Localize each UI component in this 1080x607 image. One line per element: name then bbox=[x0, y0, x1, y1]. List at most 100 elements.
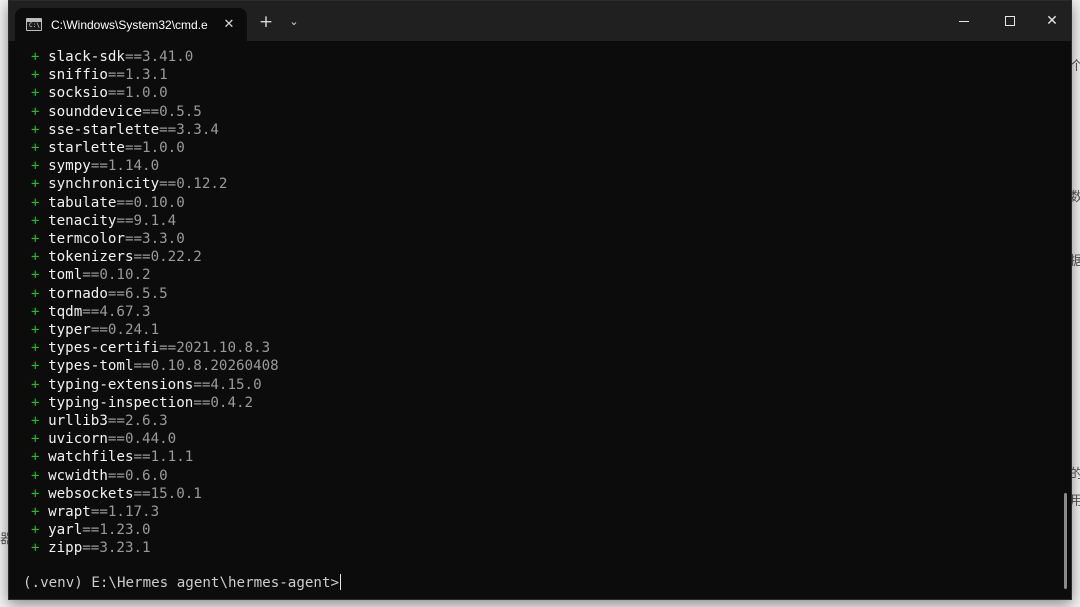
package-name: wcwidth bbox=[48, 467, 108, 484]
terminal-window[interactable]: C:\ C:\Windows\System32\cmd.e ✕ + ⌄ ✕ + … bbox=[8, 0, 1072, 600]
package-version: ==0.44.0 bbox=[107, 431, 177, 448]
minimize-button[interactable] bbox=[941, 1, 987, 41]
package-line: + sounddevice==0.5.5 bbox=[31, 103, 202, 121]
added-marker: + bbox=[31, 376, 40, 393]
package-line: + wcwidth==0.6.0 bbox=[31, 467, 168, 485]
package-name: types-toml bbox=[48, 358, 134, 375]
package-version: ==1.0.0 bbox=[124, 140, 185, 156]
package-version: ==1.17.3 bbox=[90, 504, 160, 520]
tab-cmd[interactable]: C:\ C:\Windows\System32\cmd.e ✕ bbox=[15, 8, 247, 41]
package-version: ==1.14.0 bbox=[90, 158, 160, 175]
new-tab-button[interactable]: + bbox=[255, 11, 277, 33]
package-line: + starlette==1.0.0 bbox=[31, 139, 185, 157]
package-version: ==0.12.2 bbox=[159, 176, 228, 193]
package-name: websockets bbox=[48, 485, 134, 502]
package-name: types-certifi bbox=[48, 340, 160, 357]
package-line: + termcolor==3.3.0 bbox=[31, 230, 185, 248]
added-marker: + bbox=[31, 413, 40, 429]
title-bar[interactable]: C:\ C:\Windows\System32\cmd.e ✕ + ⌄ ✕ bbox=[9, 1, 1071, 41]
added-marker: + bbox=[31, 158, 40, 175]
package-line: + tenacity==9.1.4 bbox=[31, 212, 176, 230]
package-name: uvicorn bbox=[48, 431, 108, 448]
added-marker: + bbox=[31, 49, 40, 65]
added-marker: + bbox=[31, 449, 40, 466]
added-marker: + bbox=[31, 176, 40, 193]
package-version: ==0.6.0 bbox=[107, 467, 168, 484]
package-version: ==3.3.4 bbox=[159, 121, 219, 138]
tab-close-icon[interactable]: ✕ bbox=[221, 17, 237, 32]
package-name: watchfiles bbox=[48, 449, 134, 466]
package-version: ==0.10.2 bbox=[82, 267, 151, 284]
package-line: + slack-sdk==3.41.0 bbox=[31, 48, 193, 66]
command-prompt[interactable]: (.venv) E:\Hermes agent\hermes-agent> bbox=[23, 574, 342, 592]
package-line: + sympy==1.14.0 bbox=[31, 157, 159, 175]
package-version: ==9.1.4 bbox=[116, 212, 177, 229]
package-line: + uvicorn==0.44.0 bbox=[31, 430, 176, 448]
maximize-button[interactable] bbox=[987, 1, 1033, 41]
package-line: + typing-extensions==4.15.0 bbox=[31, 376, 262, 394]
package-name: sympy bbox=[48, 158, 91, 175]
package-version: ==2.6.3 bbox=[107, 413, 168, 429]
package-name: tenacity bbox=[48, 212, 117, 229]
chevron-down-icon[interactable]: ⌄ bbox=[283, 11, 305, 33]
package-version: ==0.4.2 bbox=[193, 394, 254, 411]
added-marker: + bbox=[31, 322, 40, 338]
package-line: + sniffio==1.3.1 bbox=[31, 66, 168, 84]
added-marker: + bbox=[31, 522, 40, 539]
package-version: ==3.3.0 bbox=[124, 231, 185, 247]
added-marker: + bbox=[31, 394, 40, 411]
package-line: + tabulate==0.10.0 bbox=[31, 194, 185, 212]
maximize-icon bbox=[1005, 16, 1015, 26]
package-line: + zipp==3.23.1 bbox=[31, 539, 151, 557]
package-name: typer bbox=[48, 322, 91, 338]
package-name: typing-inspection bbox=[48, 394, 194, 411]
package-version: ==4.15.0 bbox=[193, 376, 262, 393]
package-name: urllib3 bbox=[48, 413, 108, 429]
prompt-text: (.venv) E:\Hermes agent\hermes-agent> bbox=[23, 575, 340, 591]
package-name: toml bbox=[48, 267, 83, 284]
terminal-output[interactable]: + slack-sdk==3.41.0 + sniffio==1.3.1 + soc… bbox=[9, 41, 1071, 599]
package-name: zipp bbox=[48, 540, 83, 557]
added-marker: + bbox=[31, 303, 40, 320]
added-marker: + bbox=[31, 267, 40, 284]
package-name: tornado bbox=[48, 285, 108, 302]
package-version: ==0.24.1 bbox=[90, 322, 160, 338]
added-marker: + bbox=[31, 504, 40, 520]
package-name: sse-starlette bbox=[48, 121, 160, 138]
package-line: + typing-inspection==0.4.2 bbox=[31, 394, 253, 412]
package-name: tqdm bbox=[48, 303, 83, 320]
package-version: ==1.3.1 bbox=[107, 67, 168, 84]
close-button[interactable]: ✕ bbox=[1029, 1, 1071, 41]
package-line: + websockets==15.0.1 bbox=[31, 485, 202, 503]
package-version: ==15.0.1 bbox=[133, 485, 202, 502]
added-marker: + bbox=[31, 467, 40, 484]
package-line: + wrapt==1.17.3 bbox=[31, 503, 159, 521]
added-marker: + bbox=[31, 121, 40, 138]
package-line: + typer==0.24.1 bbox=[31, 321, 159, 339]
package-name: synchronicity bbox=[48, 176, 160, 193]
package-line: + socksio==1.0.0 bbox=[31, 84, 168, 102]
package-version: ==2021.10.8.3 bbox=[159, 340, 271, 357]
package-version: ==0.10.8.20260408 bbox=[133, 358, 279, 375]
package-version: ==4.67.3 bbox=[82, 303, 151, 320]
text-cursor bbox=[340, 574, 342, 590]
package-line: + urllib3==2.6.3 bbox=[31, 412, 168, 430]
package-line: + yarl==1.23.0 bbox=[31, 521, 151, 539]
added-marker: + bbox=[31, 249, 40, 266]
package-line: + toml==0.10.2 bbox=[31, 266, 151, 284]
package-line: + types-certifi==2021.10.8.3 bbox=[31, 339, 270, 357]
package-name: slack-sdk bbox=[48, 49, 125, 65]
package-version: ==1.23.0 bbox=[82, 522, 151, 539]
scrollbar-thumb[interactable] bbox=[1064, 493, 1067, 589]
added-marker: + bbox=[31, 194, 40, 211]
added-marker: + bbox=[31, 540, 40, 557]
added-marker: + bbox=[31, 231, 40, 247]
minimize-icon bbox=[959, 20, 969, 22]
package-line: + tokenizers==0.22.2 bbox=[31, 248, 202, 266]
cmd-icon: C:\ bbox=[26, 18, 42, 31]
added-marker: + bbox=[31, 85, 40, 102]
package-version: ==3.23.1 bbox=[82, 540, 151, 557]
package-name: yarl bbox=[48, 522, 83, 539]
package-line: + tqdm==4.67.3 bbox=[31, 303, 151, 321]
added-marker: + bbox=[31, 67, 40, 84]
